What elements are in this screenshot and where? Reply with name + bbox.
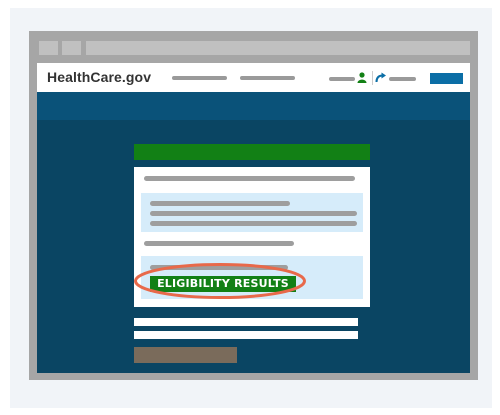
application-card: ELIGIBILITY RESULTS xyxy=(134,167,370,307)
share-arrow-icon[interactable] xyxy=(375,72,387,83)
account-link[interactable] xyxy=(329,77,355,81)
website-viewport: HealthCare.gov ELIGIBILITY RESULTS xyxy=(37,63,470,373)
header-login-button[interactable] xyxy=(430,73,463,84)
browser-window: HealthCare.gov ELIGIBILITY RESULTS xyxy=(29,31,478,380)
continue-button[interactable] xyxy=(134,347,237,363)
info-line xyxy=(150,265,288,270)
info-line xyxy=(150,211,357,216)
info-line xyxy=(150,221,357,226)
eligibility-results-badge[interactable]: ELIGIBILITY RESULTS xyxy=(150,276,296,292)
site-logo[interactable]: HealthCare.gov xyxy=(47,69,151,85)
footer-line-2 xyxy=(134,331,358,339)
language-link[interactable] xyxy=(389,77,416,81)
section-heading-placeholder xyxy=(144,241,294,246)
status-banner xyxy=(134,144,370,160)
nav-link-1[interactable] xyxy=(172,76,227,80)
browser-back-button[interactable] xyxy=(39,41,58,55)
card-heading-placeholder xyxy=(144,176,355,181)
user-icon[interactable] xyxy=(357,72,367,83)
page-banner xyxy=(37,92,470,120)
header-divider xyxy=(372,71,373,85)
footer-line-1 xyxy=(134,318,358,326)
info-line xyxy=(150,201,290,206)
nav-link-2[interactable] xyxy=(240,76,295,80)
browser-address-bar[interactable] xyxy=(86,41,470,55)
site-header: HealthCare.gov xyxy=(37,63,470,92)
browser-forward-button[interactable] xyxy=(62,41,81,55)
info-box-1 xyxy=(141,193,363,232)
